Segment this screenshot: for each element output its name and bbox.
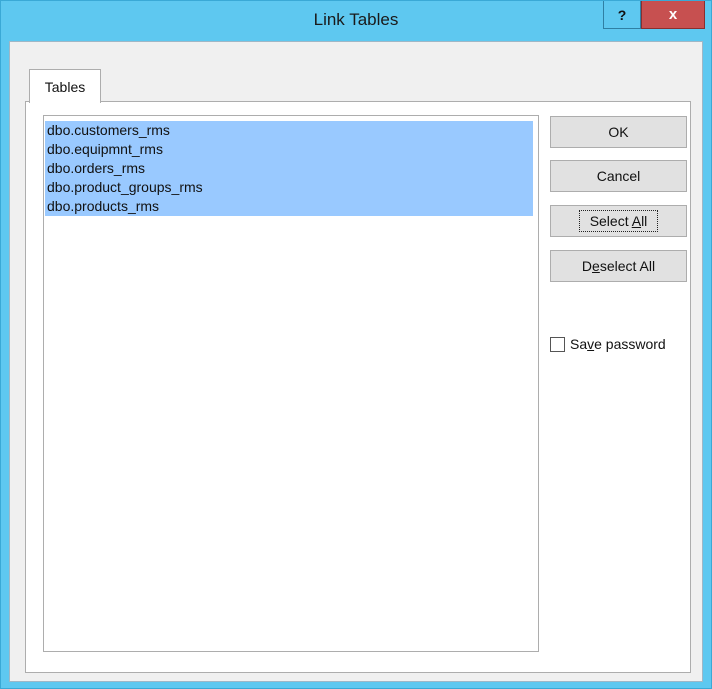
close-button[interactable]: x bbox=[641, 1, 705, 29]
help-icon: ? bbox=[617, 6, 627, 23]
ok-button-label: OK bbox=[608, 124, 629, 140]
close-icon: x bbox=[668, 6, 678, 23]
focus-ring: Select All bbox=[578, 210, 659, 232]
deselect-all-button[interactable]: De select All bbox=[550, 250, 687, 282]
save-password-checkbox[interactable] bbox=[550, 336, 565, 352]
deselect-all-mnemonic: e bbox=[592, 258, 600, 274]
selected-items-block: dbo.customers_rms dbo.equipmnt_rms dbo.o… bbox=[45, 121, 533, 216]
list-item[interactable]: dbo.orders_rms bbox=[45, 159, 533, 178]
deselect-all-label-suffix: select All bbox=[599, 258, 656, 274]
ok-button[interactable]: OK bbox=[550, 116, 687, 148]
save-password-label-suffix: e password bbox=[594, 336, 666, 352]
dialog-client-area: Tables dbo.customers_rms dbo.equipmnt_rm… bbox=[9, 41, 703, 682]
tab-tables-label: Tables bbox=[44, 78, 86, 95]
tab-tables[interactable]: Tables bbox=[29, 69, 101, 103]
list-item[interactable]: dbo.equipmnt_rms bbox=[45, 140, 533, 159]
select-all-button[interactable]: Select All bbox=[550, 205, 687, 237]
list-item[interactable]: dbo.product_groups_rms bbox=[45, 178, 533, 197]
tables-listbox[interactable]: dbo.customers_rms dbo.equipmnt_rms dbo.o… bbox=[43, 115, 539, 652]
save-password-label-prefix: Sa bbox=[570, 336, 588, 352]
help-button[interactable]: ? bbox=[603, 1, 641, 29]
tables-tab-panel: dbo.customers_rms dbo.equipmnt_rms dbo.o… bbox=[25, 101, 691, 673]
list-item[interactable]: dbo.products_rms bbox=[45, 197, 533, 216]
link-tables-dialog: Link Tables ? x Tables dbo.customers_rms… bbox=[0, 0, 712, 689]
deselect-all-label-prefix: D bbox=[581, 258, 593, 274]
save-password-mnemonic: v bbox=[587, 336, 595, 352]
save-password-option[interactable]: Sa v e password bbox=[550, 335, 666, 353]
cancel-button-label: Cancel bbox=[596, 168, 641, 184]
select-all-label-prefix: Select bbox=[589, 213, 632, 229]
select-all-mnemonic: A bbox=[631, 213, 642, 229]
select-all-label-suffix: ll bbox=[641, 213, 648, 229]
cancel-button[interactable]: Cancel bbox=[550, 160, 687, 192]
list-item[interactable]: dbo.customers_rms bbox=[45, 121, 533, 140]
title-bar[interactable]: Link Tables ? x bbox=[1, 1, 711, 41]
